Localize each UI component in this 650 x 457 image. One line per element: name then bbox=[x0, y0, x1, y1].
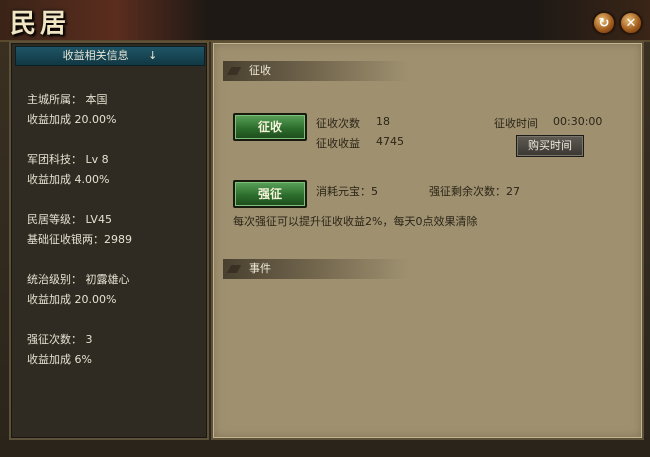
income-info-header[interactable]: 收益相关信息 ↓ bbox=[15, 46, 205, 66]
tech-bonus: 收益加成 4.00% bbox=[27, 173, 110, 186]
base-silver: 基础征收银两：2989 bbox=[27, 233, 132, 246]
title-bar: 民居 ↻ ✕ bbox=[0, 0, 650, 42]
window-title: 民居 bbox=[10, 9, 71, 39]
income-info-header-label: 收益相关信息 bbox=[62, 49, 129, 62]
close-icon[interactable]: ✕ bbox=[620, 12, 642, 34]
levy-income-value: 4745 bbox=[376, 135, 404, 148]
force-cost: 消耗元宝：5 bbox=[316, 185, 378, 198]
house-level: 民居等级： LV45 bbox=[27, 213, 112, 226]
levy-section-title: 征收 bbox=[223, 61, 409, 81]
force-remaining: 强征剩余次数：27 bbox=[429, 185, 520, 198]
levy-count-value: 18 bbox=[376, 115, 390, 128]
levy-count-label: 征收次数 bbox=[316, 117, 360, 130]
levy-time-value: 00:30:00 bbox=[553, 115, 603, 128]
buy-time-button[interactable]: 购买时间 bbox=[516, 135, 584, 157]
force-bonus: 收益加成 6% bbox=[27, 353, 92, 366]
rule-bonus: 收益加成 20.00% bbox=[27, 293, 117, 306]
levy-panel: 征收 征收 征收次数 18 征收收益 4745 征收时间 00:30:00 购买… bbox=[211, 41, 644, 440]
force-levy-button[interactable]: 强征 bbox=[233, 180, 307, 208]
arrow-down-icon: ↓ bbox=[148, 49, 158, 62]
levy-income-label: 征收收益 bbox=[316, 137, 360, 150]
levy-time-label: 征收时间 bbox=[494, 117, 538, 130]
event-section-title: 事件 bbox=[223, 259, 409, 279]
legion-tech: 军团科技： Lv 8 bbox=[27, 153, 109, 166]
city-bonus: 收益加成 20.00% bbox=[27, 113, 117, 126]
force-count: 强征次数： 3 bbox=[27, 333, 93, 346]
refresh-icon[interactable]: ↻ bbox=[593, 12, 615, 34]
rule-level: 统治级别： 初露雄心 bbox=[27, 273, 130, 286]
force-levy-note: 每次强征可以提升征收收益2%，每天0点效果清除 bbox=[233, 215, 478, 228]
income-info-panel: 收益相关信息 ↓ 主城所属： 本国 收益加成 20.00% 军团科技： Lv 8… bbox=[9, 41, 209, 440]
city-affiliation: 主城所属： 本国 bbox=[27, 93, 108, 106]
levy-button[interactable]: 征收 bbox=[233, 113, 307, 141]
